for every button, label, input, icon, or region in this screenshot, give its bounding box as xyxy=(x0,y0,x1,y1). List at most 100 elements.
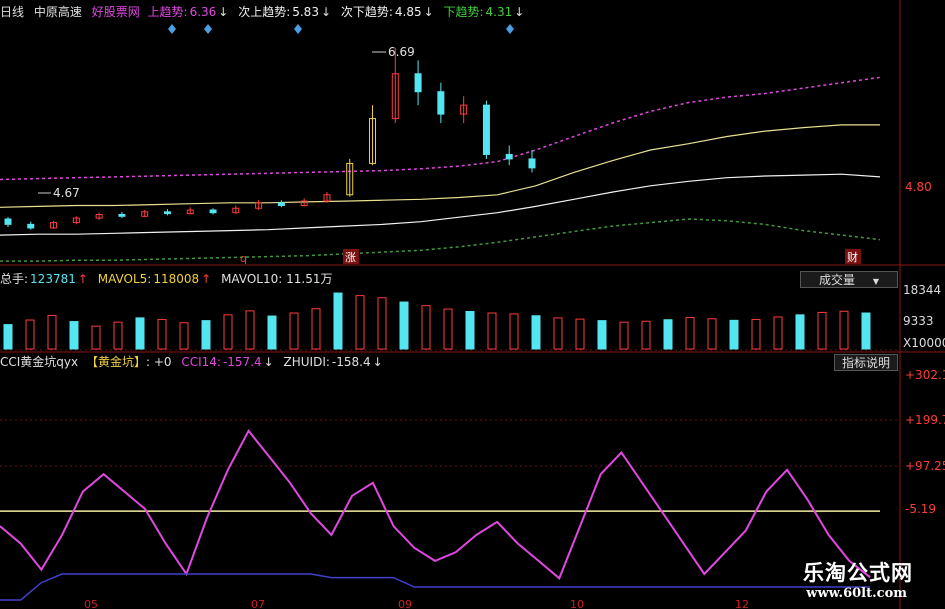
down-arrow-icon: ↓ xyxy=(514,5,525,19)
cci-axis-label: +97.25 xyxy=(905,459,945,473)
candle-body xyxy=(209,209,217,214)
volume-bar xyxy=(113,321,123,350)
cci14-value: -157.4 xyxy=(222,355,262,369)
volume-bar xyxy=(47,314,57,350)
volume-indicator-label: 成交量 xyxy=(819,273,856,287)
indicator-help-button[interactable]: 指标说明 xyxy=(834,354,898,371)
volume-bar xyxy=(839,310,849,350)
volume-bar xyxy=(399,301,409,350)
volume-bar xyxy=(311,308,321,350)
volume-bar xyxy=(69,321,79,350)
volume-bar xyxy=(751,318,761,350)
volume-bar xyxy=(443,308,453,350)
mavol5-label: MAVOL5: xyxy=(97,272,152,286)
lower-trend-value: 4.31 xyxy=(485,5,513,19)
volume-bar xyxy=(157,318,167,350)
volume-bar xyxy=(245,310,255,350)
cci-tag-value: : +0 xyxy=(145,355,172,369)
volume-bar xyxy=(707,318,717,350)
candle-body xyxy=(27,223,35,229)
next-lower-label: 次下趋势: xyxy=(340,5,393,19)
down-arrow-icon: ↓ xyxy=(423,5,434,19)
volume-bar xyxy=(333,292,343,350)
cci-axis-label: +302.1 xyxy=(905,368,945,382)
volume-bar xyxy=(487,312,497,350)
candle-body xyxy=(437,91,445,115)
down-arrow-icon: ↓ xyxy=(372,355,383,369)
volume-axis-label: X10000 xyxy=(903,336,945,350)
stock-chart[interactable]: 6.69 4.67 q 涨 财 4.80 18344 9333 X10000 +… xyxy=(0,0,945,609)
candle-body xyxy=(4,218,12,225)
cci14-line xyxy=(0,428,871,580)
up-arrow-icon: ↑ xyxy=(201,272,212,286)
volume-bar xyxy=(663,319,673,350)
down-arrow-icon: ↓ xyxy=(263,355,274,369)
total-volume-value: 123781 xyxy=(30,272,76,286)
total-volume-label: 总手: xyxy=(0,272,29,286)
volume-bar xyxy=(553,317,563,350)
x-axis-label: 10 xyxy=(570,598,584,609)
cci-tag: 【黄金坑】 xyxy=(85,355,146,369)
volume-axis-label: 9333 xyxy=(903,314,934,328)
volume-bar xyxy=(179,322,189,350)
next-lower-value: 4.85 xyxy=(394,5,422,19)
volume-bar xyxy=(289,312,299,350)
volume-bar xyxy=(509,313,519,350)
x-axis-label: 05 xyxy=(84,598,98,609)
candle-body xyxy=(505,153,513,160)
volume-indicator-button[interactable]: 成交量 ▼ xyxy=(800,271,898,288)
signal-diamond-icon xyxy=(204,24,212,34)
volume-bar xyxy=(861,312,871,350)
next-upper-label: 次上趋势: xyxy=(238,5,291,19)
volume-bar xyxy=(685,317,695,350)
down-arrow-icon: ↓ xyxy=(218,5,229,19)
volume-bars xyxy=(3,292,871,350)
marker-q: q xyxy=(240,252,247,265)
cci-lines xyxy=(0,428,880,601)
volume-bar xyxy=(355,295,365,350)
volume-bar xyxy=(531,315,541,350)
volume-bar xyxy=(729,319,739,350)
volume-axis-label: 18344 xyxy=(903,283,941,297)
volume-bar xyxy=(267,315,277,350)
watermark-title: 乐淘公式网 xyxy=(803,561,913,585)
volume-bar xyxy=(465,310,475,350)
x-axis-label: 12 xyxy=(735,598,749,609)
indicator-name: 好股票网 xyxy=(91,5,140,19)
signal-diamond-icon xyxy=(294,24,302,34)
period-label[interactable]: 日线 xyxy=(0,5,24,19)
volume-bar xyxy=(135,317,145,350)
volume-bar xyxy=(597,320,607,350)
cci-indicator-name: CCI黄金坑qyx xyxy=(0,355,79,369)
candle-body xyxy=(482,104,490,155)
low-annotation: 4.67 xyxy=(53,186,80,200)
volume-bar xyxy=(575,318,585,350)
triangle-down-icon: ▼ xyxy=(872,277,879,286)
volume-bar xyxy=(223,314,233,350)
zhuidi-value: -158.4 xyxy=(331,355,371,369)
cci-header: CCI黄金坑qyx 【黄金坑】: +0 CCI14: -157.4 ↓ ZHUIDI… xyxy=(0,354,389,370)
candle-body xyxy=(414,73,422,93)
price-header: 日线 中原高速 好股票网 上趋势: 6.36 ↓ 次上趋势: 5.83 ↓ 次下趋势: 4… xyxy=(0,4,530,20)
signal-markers xyxy=(168,24,514,34)
watermark-url: www.60lt.com xyxy=(806,586,907,601)
volume-header: 总手: 123781 ↑ MAVOL5: 118008 ↑ MAVOL10: 11.51… xyxy=(0,271,341,287)
volume-bar xyxy=(817,311,827,350)
zhuidi-line xyxy=(0,573,870,601)
volume-bar xyxy=(641,320,651,350)
cci-axis-label: +199.7 xyxy=(905,413,945,427)
mavol5-value: 118008 xyxy=(153,272,200,286)
candle-body xyxy=(163,211,171,215)
volume-bar xyxy=(201,320,211,350)
price-axis-label: 4.80 xyxy=(905,180,932,194)
cci14-label: CCI14: xyxy=(181,355,221,369)
volume-bar xyxy=(795,314,805,350)
volume-bar xyxy=(619,321,629,350)
mavol10-partial: MAVOL10: 11.51万 xyxy=(221,272,333,286)
volume-bar xyxy=(421,305,431,350)
volume-bar xyxy=(25,319,35,350)
x-axis-label: 07 xyxy=(251,598,265,609)
signal-diamond-icon xyxy=(168,24,176,34)
candle-body xyxy=(528,158,536,169)
x-axis-label: 09 xyxy=(398,598,412,609)
